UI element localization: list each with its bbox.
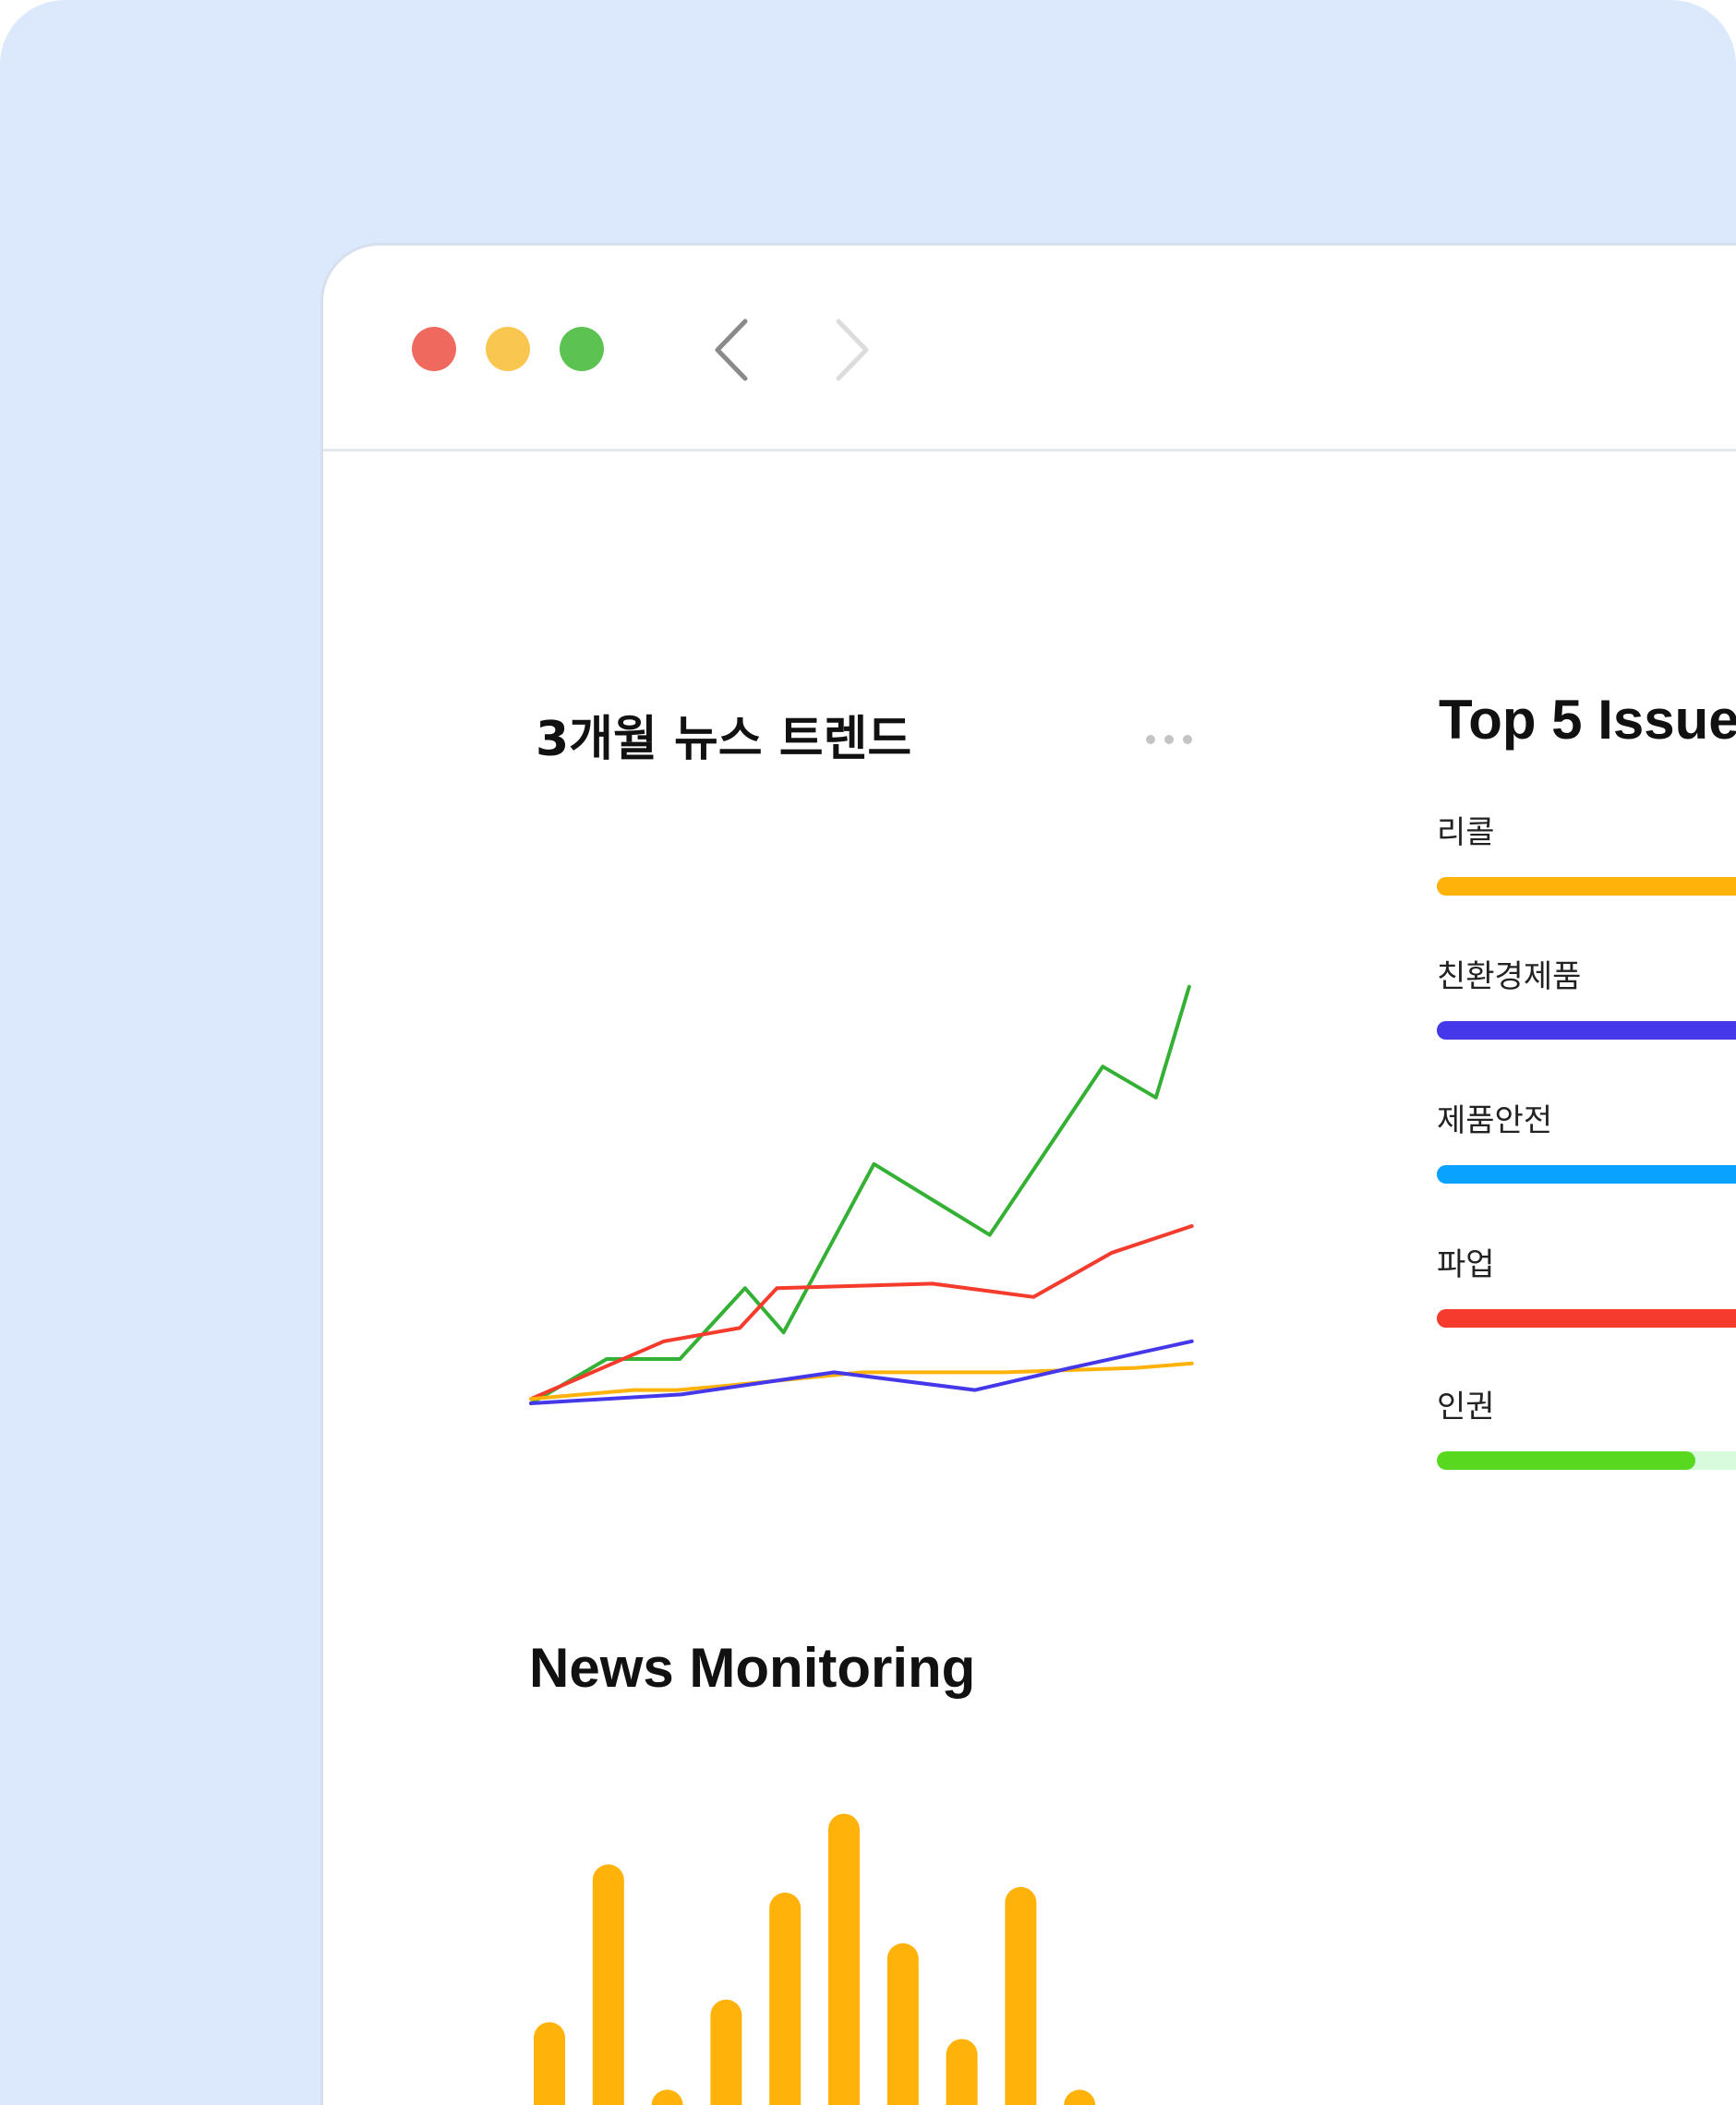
issue-label: 인권 bbox=[1437, 1389, 1495, 1425]
news-bar bbox=[946, 2039, 978, 2105]
trend-series-line bbox=[529, 1361, 1194, 1401]
trend-line-chart bbox=[529, 984, 1194, 1405]
issue-label: 리콜 bbox=[1437, 814, 1495, 851]
issue-label: 파업 bbox=[1437, 1246, 1495, 1283]
issue-track bbox=[1437, 1309, 1736, 1328]
chevron-right-icon[interactable] bbox=[817, 318, 882, 382]
issue-track bbox=[1437, 1021, 1736, 1040]
issue-track bbox=[1437, 1165, 1736, 1184]
issue-label: 친환경제품 bbox=[1437, 958, 1582, 995]
news-bar bbox=[592, 1864, 624, 2105]
news-bar bbox=[534, 2022, 565, 2105]
issue-item: 파업 bbox=[1437, 1245, 1736, 1328]
news-bar-chart bbox=[534, 1813, 1096, 2105]
news-bar bbox=[1064, 2089, 1096, 2105]
issue-item: 리콜 bbox=[1437, 812, 1736, 896]
issue-item: 제품안전 bbox=[1437, 1101, 1736, 1184]
maximize-window-button[interactable] bbox=[560, 327, 604, 371]
close-window-button[interactable] bbox=[412, 327, 456, 371]
issue-progress-bar bbox=[1437, 877, 1736, 896]
chevron-left-icon[interactable] bbox=[702, 318, 766, 382]
issue-track bbox=[1437, 1451, 1736, 1470]
more-horizontal-icon[interactable] bbox=[1143, 728, 1195, 752]
news-monitoring-title: News Monitoring bbox=[529, 1637, 976, 1699]
news-bar bbox=[886, 1943, 919, 2105]
issue-progress-bar bbox=[1437, 1451, 1695, 1470]
issue-item: 친환경제품 bbox=[1437, 956, 1736, 1040]
trend-series-line bbox=[529, 984, 1191, 1405]
news-bar bbox=[769, 1892, 802, 2105]
background: 3개월 뉴스 트렌드 Top 5 Issue 리콜 친환경제품 제품안전 파업 … bbox=[0, 0, 1736, 2105]
issue-progress-bar bbox=[1437, 1165, 1736, 1184]
minimize-window-button[interactable] bbox=[486, 327, 530, 371]
news-bar bbox=[1005, 1886, 1037, 2105]
issue-track bbox=[1437, 877, 1736, 896]
trend-chart-title: 3개월 뉴스 트렌드 bbox=[536, 712, 912, 767]
issue-label: 제품안전 bbox=[1437, 1102, 1553, 1139]
news-bar bbox=[828, 1813, 860, 2105]
news-bar bbox=[651, 2089, 683, 2105]
top5-issue-title: Top 5 Issue bbox=[1439, 689, 1736, 751]
news-bar bbox=[710, 1999, 742, 2105]
issue-item: 인권 bbox=[1437, 1387, 1736, 1470]
issue-progress-bar bbox=[1437, 1309, 1736, 1328]
title-bar bbox=[323, 246, 1736, 451]
issue-progress-bar bbox=[1437, 1021, 1736, 1040]
